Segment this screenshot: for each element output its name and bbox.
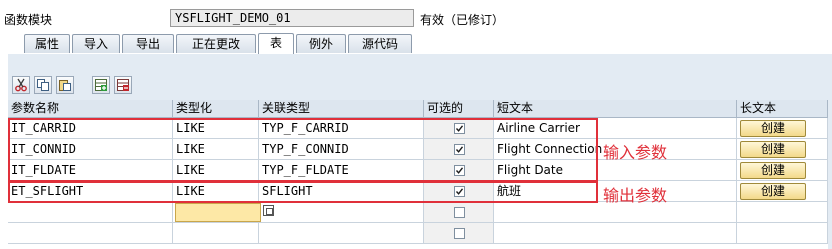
column-header-typing[interactable]: 类型化 [173,100,259,118]
column-header-short-text[interactable]: 短文本 [494,100,737,118]
tab-source-code[interactable]: 源代码 [348,34,412,53]
tab-import[interactable]: 导入 [72,34,120,53]
input-params-highlight [8,118,598,182]
ref-type-cell[interactable] [259,223,424,244]
tab-tables[interactable]: 表 [258,33,294,54]
tab-export[interactable]: 导出 [122,34,174,53]
short-text-cell[interactable] [494,223,737,244]
input-params-annotation: 输入参数 [603,143,668,162]
create-long-text-button[interactable]: 创建 [740,141,806,158]
create-long-text-button[interactable]: 创建 [740,120,806,137]
value-help-icon[interactable] [263,205,274,216]
function-module-label: 函数模块 [4,13,53,27]
typing-cell[interactable] [173,223,259,244]
create-long-text-button[interactable]: 创建 [740,183,806,200]
paste-icon [59,80,71,91]
tab-strip: 属性 导入 导出 正在更改 表 例外 源代码 [8,33,832,55]
tab-attributes[interactable]: 属性 [24,34,70,53]
copy-icon [37,79,49,91]
tab-changing[interactable]: 正在更改 [176,34,256,53]
output-params-annotation: 输出参数 [603,186,668,205]
copy-button[interactable] [34,76,52,94]
paste-button[interactable] [56,76,74,94]
output-params-highlight [8,181,598,203]
cut-icon [15,78,27,92]
param-name-cell[interactable] [8,202,173,223]
status-text: 有效（已修订） [420,13,505,27]
optional-checkbox[interactable] [454,207,465,218]
function-module-name-field[interactable]: YSFLIGHT_DEMO_01 [170,9,414,27]
delete-row-button[interactable] [114,76,132,94]
param-name-cell[interactable] [8,223,173,244]
ref-type-cell[interactable] [259,202,424,223]
column-header-param-name[interactable]: 参数名称 [8,100,173,118]
insert-row-icon [95,79,107,91]
column-header-long-text[interactable]: 长文本 [737,100,828,118]
long-text-cell [737,223,828,244]
cut-button[interactable] [12,76,30,94]
typing-input-focused[interactable] [175,203,261,222]
optional-checkbox[interactable] [454,228,465,239]
create-long-text-button[interactable]: 创建 [740,162,806,179]
long-text-cell [737,202,828,223]
column-header-ref-type[interactable]: 关联类型 [259,100,424,118]
tab-exceptions[interactable]: 例外 [296,34,346,53]
delete-row-icon [117,79,129,91]
column-header-optional[interactable]: 可选的 [424,100,494,118]
insert-row-button[interactable] [92,76,110,94]
